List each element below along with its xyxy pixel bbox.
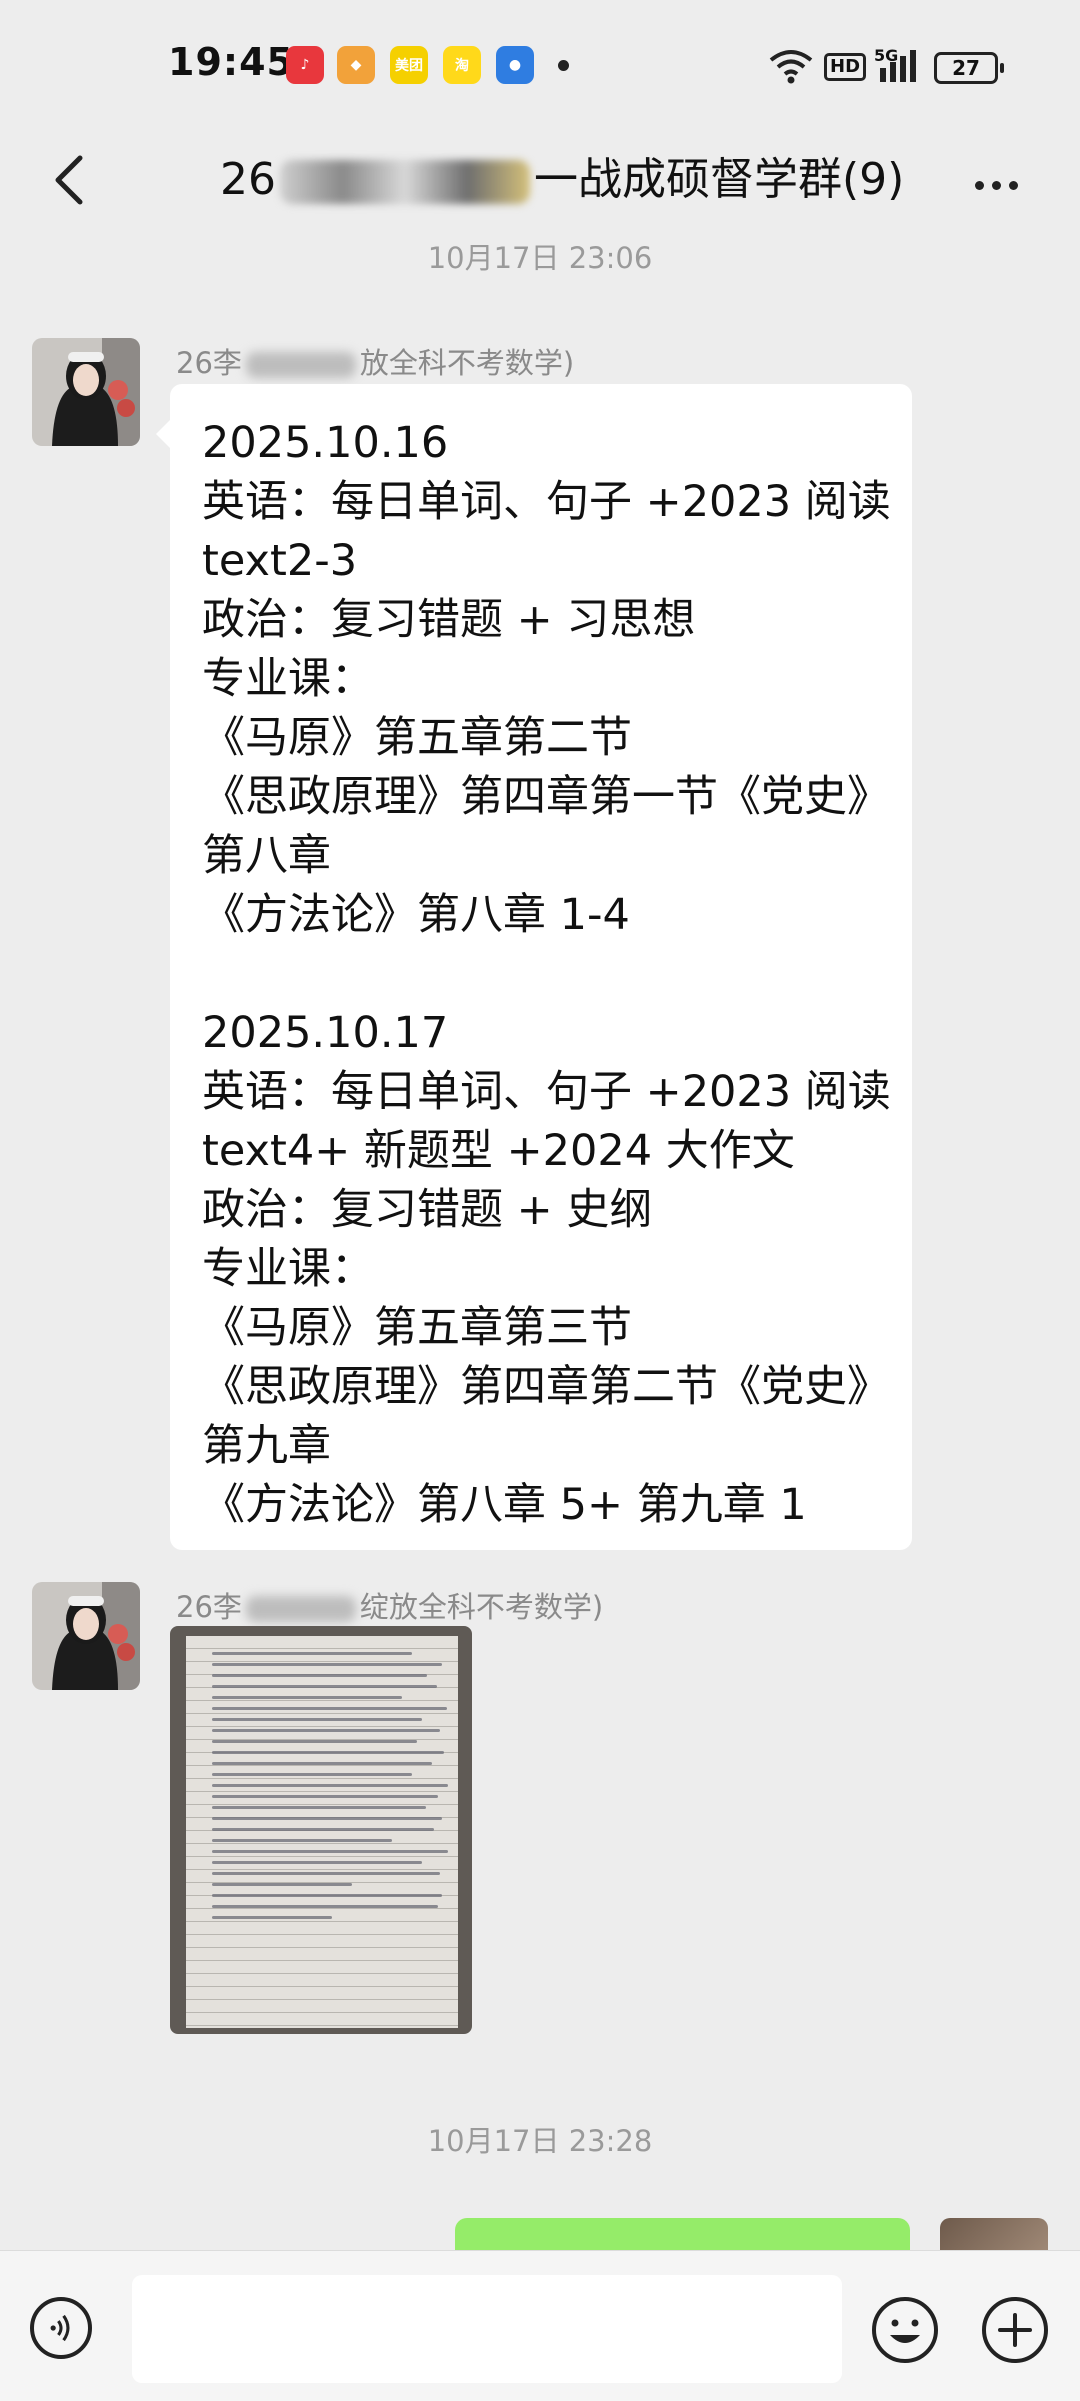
- back-arrow-icon[interactable]: [40, 150, 100, 210]
- message-line: 《方法论》第八章 1-4: [202, 890, 630, 940]
- handwriting-line: [212, 1916, 332, 1919]
- battery-icon: 27: [934, 52, 1004, 84]
- message-timestamp: 10月17日 23:06: [427, 241, 653, 275]
- handwriting-line: [212, 1828, 434, 1831]
- music-app-icon: ♪: [286, 46, 324, 84]
- handwriting-line: [212, 1817, 442, 1820]
- more-options-icon[interactable]: [975, 175, 1026, 194]
- handwriting-line: [212, 1740, 417, 1743]
- message-input[interactable]: [132, 2275, 842, 2383]
- message-line: 英语：每日单词、句子 +2023 阅读: [202, 1067, 891, 1117]
- handwriting-line: [212, 1894, 442, 1897]
- message-line: 2025.10.16: [202, 418, 449, 468]
- message-line: 政治：复习错题 + 习思想: [202, 595, 696, 645]
- sender-name: 26李 放全科不考数学): [176, 346, 575, 380]
- handwriting-line: [212, 1795, 438, 1798]
- voice-input-icon[interactable]: [30, 2297, 92, 2359]
- more-notifications-dot: [558, 60, 569, 71]
- handwriting-line: [212, 1905, 438, 1908]
- handwriting-line: [212, 1861, 422, 1864]
- message-text-block-2: 2025.10.17 英语：每日单词、句子 +2023 阅读 text4+ 新题型 …: [202, 1004, 891, 1535]
- chat-input-bar: [0, 2250, 1080, 2401]
- handwriting-line: [212, 1839, 392, 1842]
- handwriting-line: [212, 1806, 426, 1809]
- message-line: 专业课：: [202, 1244, 374, 1294]
- meituan-app-icon: 美团: [390, 46, 428, 84]
- browser-app-icon: ●: [496, 46, 534, 84]
- message-line: 《方法论》第八章 5+ 第九章 1: [202, 1480, 807, 1530]
- sender-avatar[interactable]: [32, 1582, 140, 1690]
- handwriting-line: [212, 1872, 440, 1875]
- message-bubble[interactable]: 2025.10.16 英语：每日单词、句子 +2023 阅读 text2-3 政治：复…: [156, 384, 912, 1550]
- message-timestamp: 10月17日 23:28: [427, 2124, 653, 2158]
- handwriting-line: [212, 1685, 437, 1688]
- handwriting-line: [212, 1674, 427, 1677]
- message-line: 《思政原理》第四章第一节《党史》: [202, 772, 890, 822]
- message-line: 第八章: [202, 831, 331, 881]
- message-line: 专业课：: [202, 654, 374, 704]
- signal-icon: [880, 50, 916, 82]
- delivery-app-icon: 淘: [443, 46, 481, 84]
- message-line: 《思政原理》第四章第二节《党史》: [202, 1362, 890, 1412]
- wallet-app-icon: ◆: [337, 46, 375, 84]
- wifi-icon: [769, 50, 813, 84]
- handwriting-line: [212, 1707, 447, 1710]
- handwriting-line: [212, 1850, 448, 1853]
- chat-title-bar: 26 一战成硕督学群(9): [0, 130, 1080, 230]
- redacted-title-part: [280, 160, 530, 204]
- handwriting-line: [212, 1663, 442, 1666]
- emoji-icon[interactable]: [870, 2295, 940, 2365]
- chat-title: 26 一战成硕督学群(9): [220, 150, 904, 210]
- sender-name: 26李 绽放全科不考数学): [176, 1590, 604, 1624]
- message-line: 第九章: [202, 1421, 331, 1471]
- message-text-block-1: 2025.10.16 英语：每日单词、句子 +2023 阅读 text2-3 政治：复…: [202, 414, 891, 945]
- handwriting-line: [212, 1718, 422, 1721]
- handwriting-line: [212, 1696, 402, 1699]
- add-attachment-icon[interactable]: [980, 2295, 1050, 2365]
- message-line: 英语：每日单词、句子 +2023 阅读: [202, 477, 891, 527]
- sender-avatar[interactable]: [32, 338, 140, 446]
- message-line: text2-3: [202, 536, 358, 586]
- handwritten-essay-photo[interactable]: [170, 1626, 472, 2034]
- message-line: 政治：复习错题 + 史纲: [202, 1185, 653, 1235]
- handwriting-line: [212, 1883, 352, 1886]
- handwriting-line: [212, 1652, 412, 1655]
- handwriting-line: [212, 1729, 440, 1732]
- message-line: 2025.10.17: [202, 1008, 449, 1058]
- chat-title-prefix: 26: [220, 154, 276, 205]
- status-bar: 19:45 ♪ ◆ 美团淘 ● HD 5G 27: [0, 0, 1080, 130]
- hd-voice-icon: HD: [824, 53, 867, 81]
- message-line: text4+ 新题型 +2024 大作文: [202, 1126, 795, 1176]
- message-line: 《马原》第五章第三节: [202, 1303, 632, 1353]
- message-line: 《马原》第五章第二节: [202, 713, 632, 763]
- handwriting-line: [212, 1784, 448, 1787]
- handwriting-line: [212, 1751, 444, 1754]
- handwriting-line: [212, 1762, 432, 1765]
- handwriting-line: [212, 1773, 412, 1776]
- chat-title-suffix: 一战成硕督学群(9): [534, 154, 905, 205]
- status-time: 19:45: [168, 40, 294, 84]
